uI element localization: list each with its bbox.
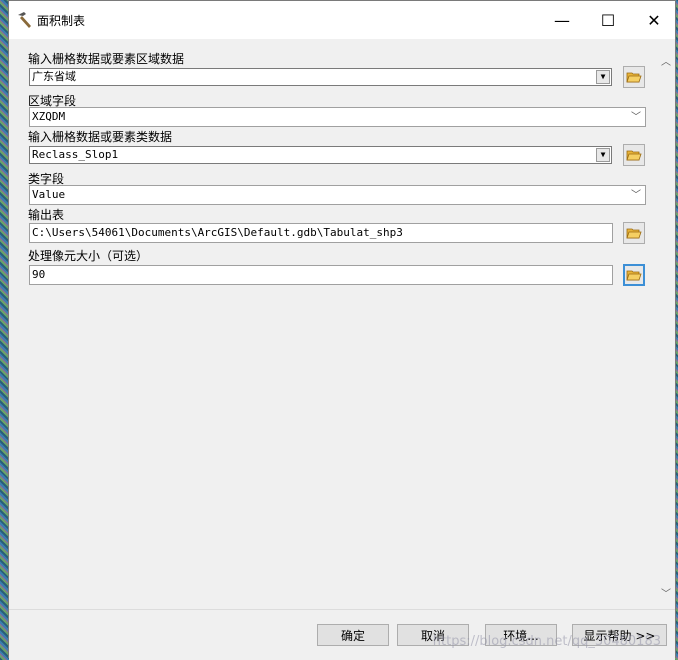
tabulate-area-dialog: 面积制表 — ☐ ✕ 输入栅格数据或要素区域数据 广东省域 ▼ 区域字段 XZQ… — [8, 0, 676, 660]
input-class-value: Reclass_Slop1 — [32, 148, 119, 161]
browse-zone-button[interactable] — [623, 66, 645, 88]
browse-cell-size-button[interactable] — [623, 264, 645, 286]
maximize-icon: ☐ — [600, 10, 616, 30]
input-class-label: 输入栅格数据或要素类数据 — [28, 130, 173, 144]
chevron-down-icon[interactable]: ▼ — [596, 70, 610, 84]
ok-button[interactable]: 确定 — [317, 624, 389, 646]
minimize-icon: — — [554, 10, 570, 30]
parameters-panel: 输入栅格数据或要素区域数据 广东省域 ▼ 区域字段 XZQDM ﹀ 输入栅格数据… — [9, 39, 675, 609]
input-class-combobox[interactable]: Reclass_Slop1 ▼ — [29, 146, 612, 164]
maximize-button[interactable]: ☐ — [585, 1, 631, 39]
open-folder-icon — [626, 72, 642, 83]
chevron-down-icon[interactable]: ▼ — [596, 148, 610, 162]
scroll-up-icon[interactable]: ︿ — [657, 51, 675, 69]
class-field-value: Value — [32, 188, 66, 201]
cell-size-value: 90 — [32, 268, 46, 281]
output-table-value: C:\Users\54061\Documents\ArcGIS\Default.… — [32, 226, 403, 239]
chevron-down-icon: ﹀ — [631, 112, 641, 123]
title-bar[interactable]: 面积制表 — ☐ ✕ — [9, 1, 675, 39]
cell-size-input[interactable]: 90 — [29, 265, 613, 285]
browse-output-button[interactable] — [623, 222, 645, 244]
open-folder-icon — [626, 150, 642, 161]
scroll-down-icon[interactable]: ﹀ — [657, 583, 675, 601]
input-zone-label: 输入栅格数据或要素区域数据 — [28, 52, 185, 66]
input-zone-combobox[interactable]: 广东省域 ▼ — [29, 68, 612, 86]
hammer-tool-icon — [18, 12, 31, 28]
zone-field-select[interactable]: XZQDM ﹀ — [29, 107, 646, 127]
minimize-button[interactable]: — — [539, 1, 585, 39]
output-table-label: 输出表 — [28, 208, 65, 222]
chevron-down-icon: ﹀ — [631, 190, 641, 201]
open-folder-icon — [626, 270, 642, 281]
class-field-select[interactable]: Value ﹀ — [29, 185, 646, 205]
open-folder-icon — [626, 228, 642, 239]
window-title: 面积制表 — [37, 14, 86, 28]
close-icon: ✕ — [647, 10, 661, 30]
zone-field-value: XZQDM — [32, 110, 66, 123]
cell-size-label: 处理像元大小（可选） — [28, 249, 149, 263]
close-button[interactable]: ✕ — [631, 1, 677, 39]
vertical-scrollbar[interactable]: ︿ ﹀ — [657, 39, 675, 609]
watermark: https://blog.csdn.net/qq_30480183 — [432, 634, 661, 649]
input-zone-value: 广东省域 — [32, 70, 76, 83]
browse-class-button[interactable] — [623, 144, 645, 166]
output-table-input[interactable]: C:\Users\54061\Documents\ArcGIS\Default.… — [29, 223, 613, 243]
